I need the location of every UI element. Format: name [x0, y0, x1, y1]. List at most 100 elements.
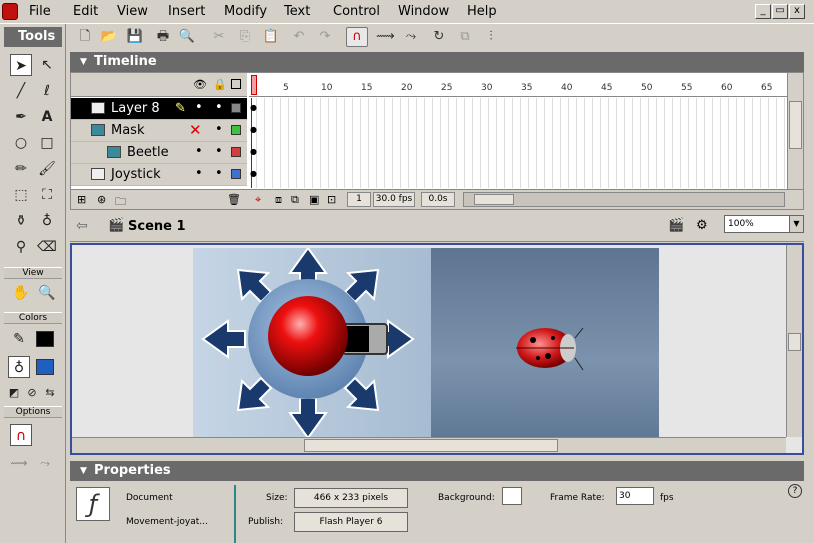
- scene-name[interactable]: Scene 1: [128, 219, 186, 234]
- rectangle-tool-icon[interactable]: □: [36, 132, 58, 154]
- outline-color-swatch[interactable]: [231, 169, 241, 179]
- scale-icon[interactable]: ⧉: [456, 28, 474, 46]
- hand-tool-icon[interactable]: ✋: [10, 282, 32, 304]
- menu-file[interactable]: File: [29, 4, 51, 19]
- keyframe[interactable]: ●: [250, 125, 257, 134]
- menu-help[interactable]: Help: [467, 4, 497, 19]
- stroke-color-swatch[interactable]: [36, 331, 54, 347]
- menu-edit[interactable]: Edit: [73, 4, 98, 19]
- menu-control[interactable]: Control: [333, 4, 380, 19]
- add-guide-layer-icon[interactable]: ⊛: [97, 193, 106, 206]
- frame-ruler[interactable]: 5 10 15 20 25 30 35 40 45 50 55 60 65: [249, 73, 787, 97]
- straighten-option-icon[interactable]: ⤳: [34, 452, 56, 474]
- open-icon[interactable]: 📂: [100, 28, 118, 46]
- restore-button[interactable]: ▭: [772, 4, 788, 19]
- layer-row-joystick[interactable]: Joystick • •: [71, 164, 247, 186]
- menu-text[interactable]: Text: [284, 4, 310, 19]
- scroll-thumb[interactable]: [788, 333, 801, 351]
- timeline-hscroll[interactable]: [463, 192, 785, 207]
- size-button[interactable]: 466 x 233 pixels: [294, 488, 408, 508]
- frame-rate-input[interactable]: 30: [616, 487, 654, 505]
- zoom-tool-icon[interactable]: 🔍: [36, 282, 58, 304]
- visibility-dot[interactable]: •: [195, 100, 203, 115]
- save-icon[interactable]: 💾: [126, 28, 144, 46]
- print-preview-icon[interactable]: 🔍: [178, 28, 196, 46]
- arrow-tool-icon[interactable]: ➤: [10, 54, 32, 76]
- text-tool-icon[interactable]: A: [36, 106, 58, 128]
- layer-row-mask[interactable]: Mask ✕ •: [71, 120, 247, 142]
- copy-icon[interactable]: ⎘: [236, 28, 254, 46]
- snap-option-icon[interactable]: ∩: [10, 424, 32, 446]
- swap-colors-icon[interactable]: ⇆: [42, 382, 58, 404]
- trash-icon[interactable]: 🗑: [227, 193, 241, 206]
- keyframe[interactable]: ●: [250, 169, 257, 178]
- center-frame-icon[interactable]: ⌖: [255, 193, 261, 207]
- eraser-tool-icon[interactable]: ⌫: [36, 236, 58, 258]
- edit-symbol-icon[interactable]: ⚙: [696, 218, 708, 233]
- add-layer-icon[interactable]: ⊞: [77, 193, 86, 206]
- align-icon[interactable]: ⫶: [482, 28, 500, 46]
- paste-icon[interactable]: 📋: [262, 28, 280, 46]
- background-color-swatch[interactable]: [502, 487, 522, 505]
- edit-scene-icon[interactable]: 🎬: [668, 218, 684, 233]
- fill-color-swatch[interactable]: [36, 359, 54, 375]
- smooth-option-icon[interactable]: ⟿: [8, 452, 30, 474]
- stage-vscroll[interactable]: [786, 245, 802, 437]
- onion-skin-icon[interactable]: ⧈: [275, 193, 282, 207]
- chevron-down-icon[interactable]: ▼: [789, 216, 803, 232]
- add-folder-icon[interactable]: 🗀: [115, 193, 126, 212]
- outline-color-swatch[interactable]: [231, 103, 241, 113]
- oval-tool-icon[interactable]: ○: [10, 132, 32, 154]
- brush-tool-icon[interactable]: 🖌: [36, 158, 58, 180]
- hidden-x-icon[interactable]: ✕: [189, 121, 202, 139]
- keyframe[interactable]: ●: [250, 147, 257, 156]
- lock-dot[interactable]: •: [215, 166, 223, 181]
- fill-transform-tool-icon[interactable]: ⛶: [36, 184, 58, 206]
- layer-row-layer-8[interactable]: Layer 8 ✎ • •: [71, 98, 247, 120]
- subselect-tool-icon[interactable]: ↖: [36, 54, 58, 76]
- lock-dot[interactable]: •: [215, 122, 223, 137]
- eyedropper-tool-icon[interactable]: ⚲: [10, 236, 32, 258]
- ink-bottle-tool-icon[interactable]: ⚱: [10, 210, 32, 232]
- scroll-thumb[interactable]: [304, 439, 558, 452]
- timeline-header[interactable]: ▼ Timeline: [70, 52, 804, 72]
- timeline-vscroll[interactable]: [787, 73, 803, 189]
- playhead[interactable]: [251, 75, 257, 95]
- line-tool-icon[interactable]: ╱: [10, 80, 32, 102]
- properties-header[interactable]: ▼ Properties: [70, 461, 804, 481]
- zoom-select[interactable]: 100% ▼: [724, 215, 804, 233]
- close-button[interactable]: x: [789, 4, 805, 19]
- outline-color-swatch[interactable]: [231, 125, 241, 135]
- black-white-icon[interactable]: ◩: [6, 382, 22, 404]
- free-transform-tool-icon[interactable]: ⬚: [10, 184, 32, 206]
- paint-bucket-tool-icon[interactable]: ♁: [36, 210, 58, 232]
- pen-tool-icon[interactable]: ✒: [10, 106, 32, 128]
- lock-dot[interactable]: •: [215, 100, 223, 115]
- stage-area[interactable]: [70, 243, 804, 455]
- frame-grid[interactable]: ● ● ● ●: [249, 98, 787, 188]
- outline-icon[interactable]: [231, 79, 241, 89]
- snap-magnet-icon[interactable]: ∩: [346, 27, 368, 47]
- undo-icon[interactable]: ↶: [290, 28, 308, 46]
- eye-icon[interactable]: 👁: [193, 78, 207, 91]
- scroll-thumb[interactable]: [789, 101, 802, 149]
- menu-view[interactable]: View: [117, 4, 148, 19]
- lock-icon[interactable]: 🔒: [213, 78, 227, 91]
- keyframe[interactable]: ●: [250, 103, 257, 112]
- rotate-icon[interactable]: ↻: [430, 28, 448, 46]
- smooth-icon[interactable]: ⟿: [376, 28, 395, 46]
- onion-markers-icon[interactable]: ⊡: [327, 193, 336, 206]
- menu-window[interactable]: Window: [398, 4, 449, 19]
- minimize-button[interactable]: _: [755, 4, 771, 19]
- menu-modify[interactable]: Modify: [224, 4, 267, 19]
- layer-row-beetle[interactable]: Beetle • •: [71, 142, 247, 164]
- back-arrow-icon[interactable]: ⇦: [76, 218, 88, 234]
- stage[interactable]: [193, 248, 659, 438]
- app-icon[interactable]: [2, 3, 18, 20]
- lock-dot[interactable]: •: [215, 144, 223, 159]
- onion-outline-icon[interactable]: ⧉: [291, 193, 299, 207]
- help-icon[interactable]: ?: [788, 484, 802, 498]
- print-icon[interactable]: 🖶: [154, 28, 172, 46]
- visibility-dot[interactable]: •: [195, 144, 203, 159]
- visibility-dot[interactable]: •: [195, 166, 203, 181]
